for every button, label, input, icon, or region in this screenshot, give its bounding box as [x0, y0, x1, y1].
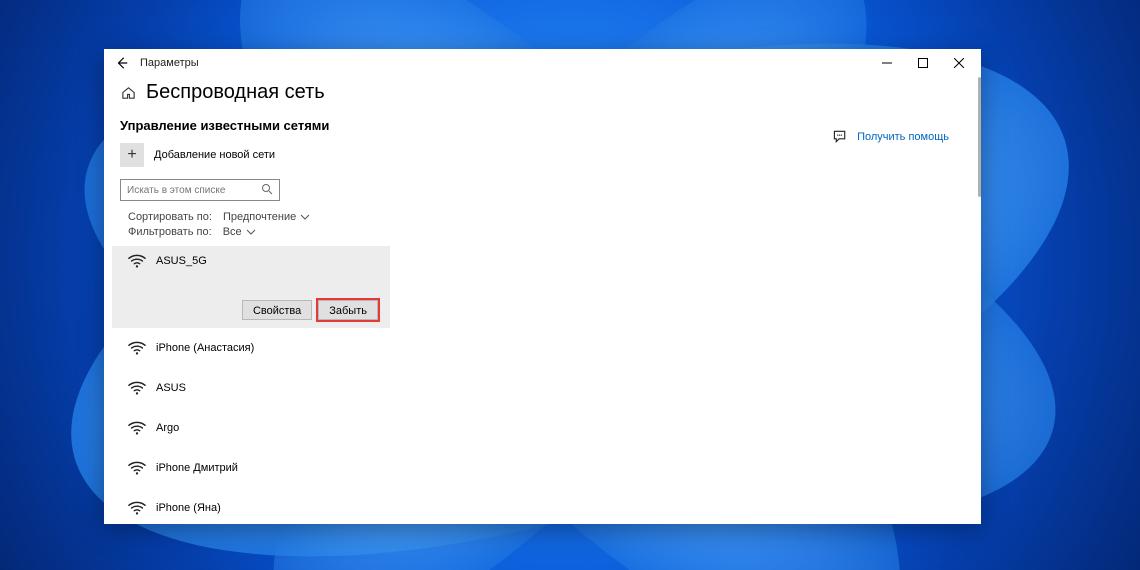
search-input[interactable]	[120, 179, 280, 201]
home-icon[interactable]	[120, 85, 136, 101]
add-network-button[interactable]: + Добавление новой сети	[112, 139, 981, 179]
window-titlebar: Параметры	[104, 49, 981, 77]
filter-label: Фильтровать по:	[128, 226, 212, 238]
wifi-icon	[128, 419, 146, 437]
search-field[interactable]	[125, 184, 261, 197]
forget-button[interactable]: Забыть	[318, 300, 378, 320]
add-network-label: Добавление новой сети	[154, 149, 275, 161]
maximize-button[interactable]	[905, 49, 941, 77]
page-title: Беспроводная сеть	[146, 81, 325, 104]
chevron-down-icon	[246, 226, 256, 238]
window-body: Беспроводная сеть Получить помощь Управл…	[104, 77, 981, 524]
filter-dropdown[interactable]: Фильтровать по: Все	[128, 226, 981, 238]
plus-icon: +	[120, 143, 144, 167]
settings-window: Параметры Беспроводная сеть Получить пом…	[104, 49, 981, 524]
network-item[interactable]: Argo	[112, 408, 981, 448]
window-title: Параметры	[140, 57, 199, 69]
network-list: ASUS_5G Свойства Забыть iPhone (Анастасия)…	[112, 246, 981, 524]
sort-value: Предпочтение	[223, 211, 296, 223]
wifi-icon	[128, 459, 146, 477]
minimize-button[interactable]	[869, 49, 905, 77]
network-name: iPhone (Яна)	[156, 502, 221, 514]
network-item-selected[interactable]: ASUS_5G Свойства Забыть	[112, 246, 390, 328]
wifi-icon	[128, 252, 146, 270]
network-name: iPhone Дмитрий	[156, 462, 238, 474]
sort-dropdown[interactable]: Сортировать по: Предпочтение	[128, 211, 981, 223]
network-name: ASUS_5G	[156, 255, 207, 267]
close-button[interactable]	[941, 49, 977, 77]
properties-button[interactable]: Свойства	[242, 300, 312, 320]
filter-value: Все	[223, 226, 242, 238]
network-item[interactable]: iPhone Дмитрий	[112, 448, 981, 488]
page-header: Беспроводная сеть	[104, 77, 981, 114]
wifi-icon	[128, 339, 146, 357]
back-button[interactable]	[112, 53, 132, 73]
network-name: ASUS	[156, 382, 186, 394]
search-icon	[261, 183, 275, 197]
network-name: Argo	[156, 422, 179, 434]
network-item[interactable]: iPhone (Яна)	[112, 488, 981, 524]
chevron-down-icon	[300, 211, 310, 223]
network-item[interactable]: iPhone (Анастасия)	[112, 328, 981, 368]
scrollbar[interactable]	[975, 77, 981, 524]
network-item[interactable]: ASUS	[112, 368, 981, 408]
scrollbar-thumb[interactable]	[978, 77, 981, 197]
network-name: iPhone (Анастасия)	[156, 342, 254, 354]
wifi-icon	[128, 379, 146, 397]
sort-label: Сортировать по:	[128, 211, 212, 223]
page-subtitle: Управление известными сетями	[112, 114, 981, 139]
wifi-icon	[128, 499, 146, 517]
